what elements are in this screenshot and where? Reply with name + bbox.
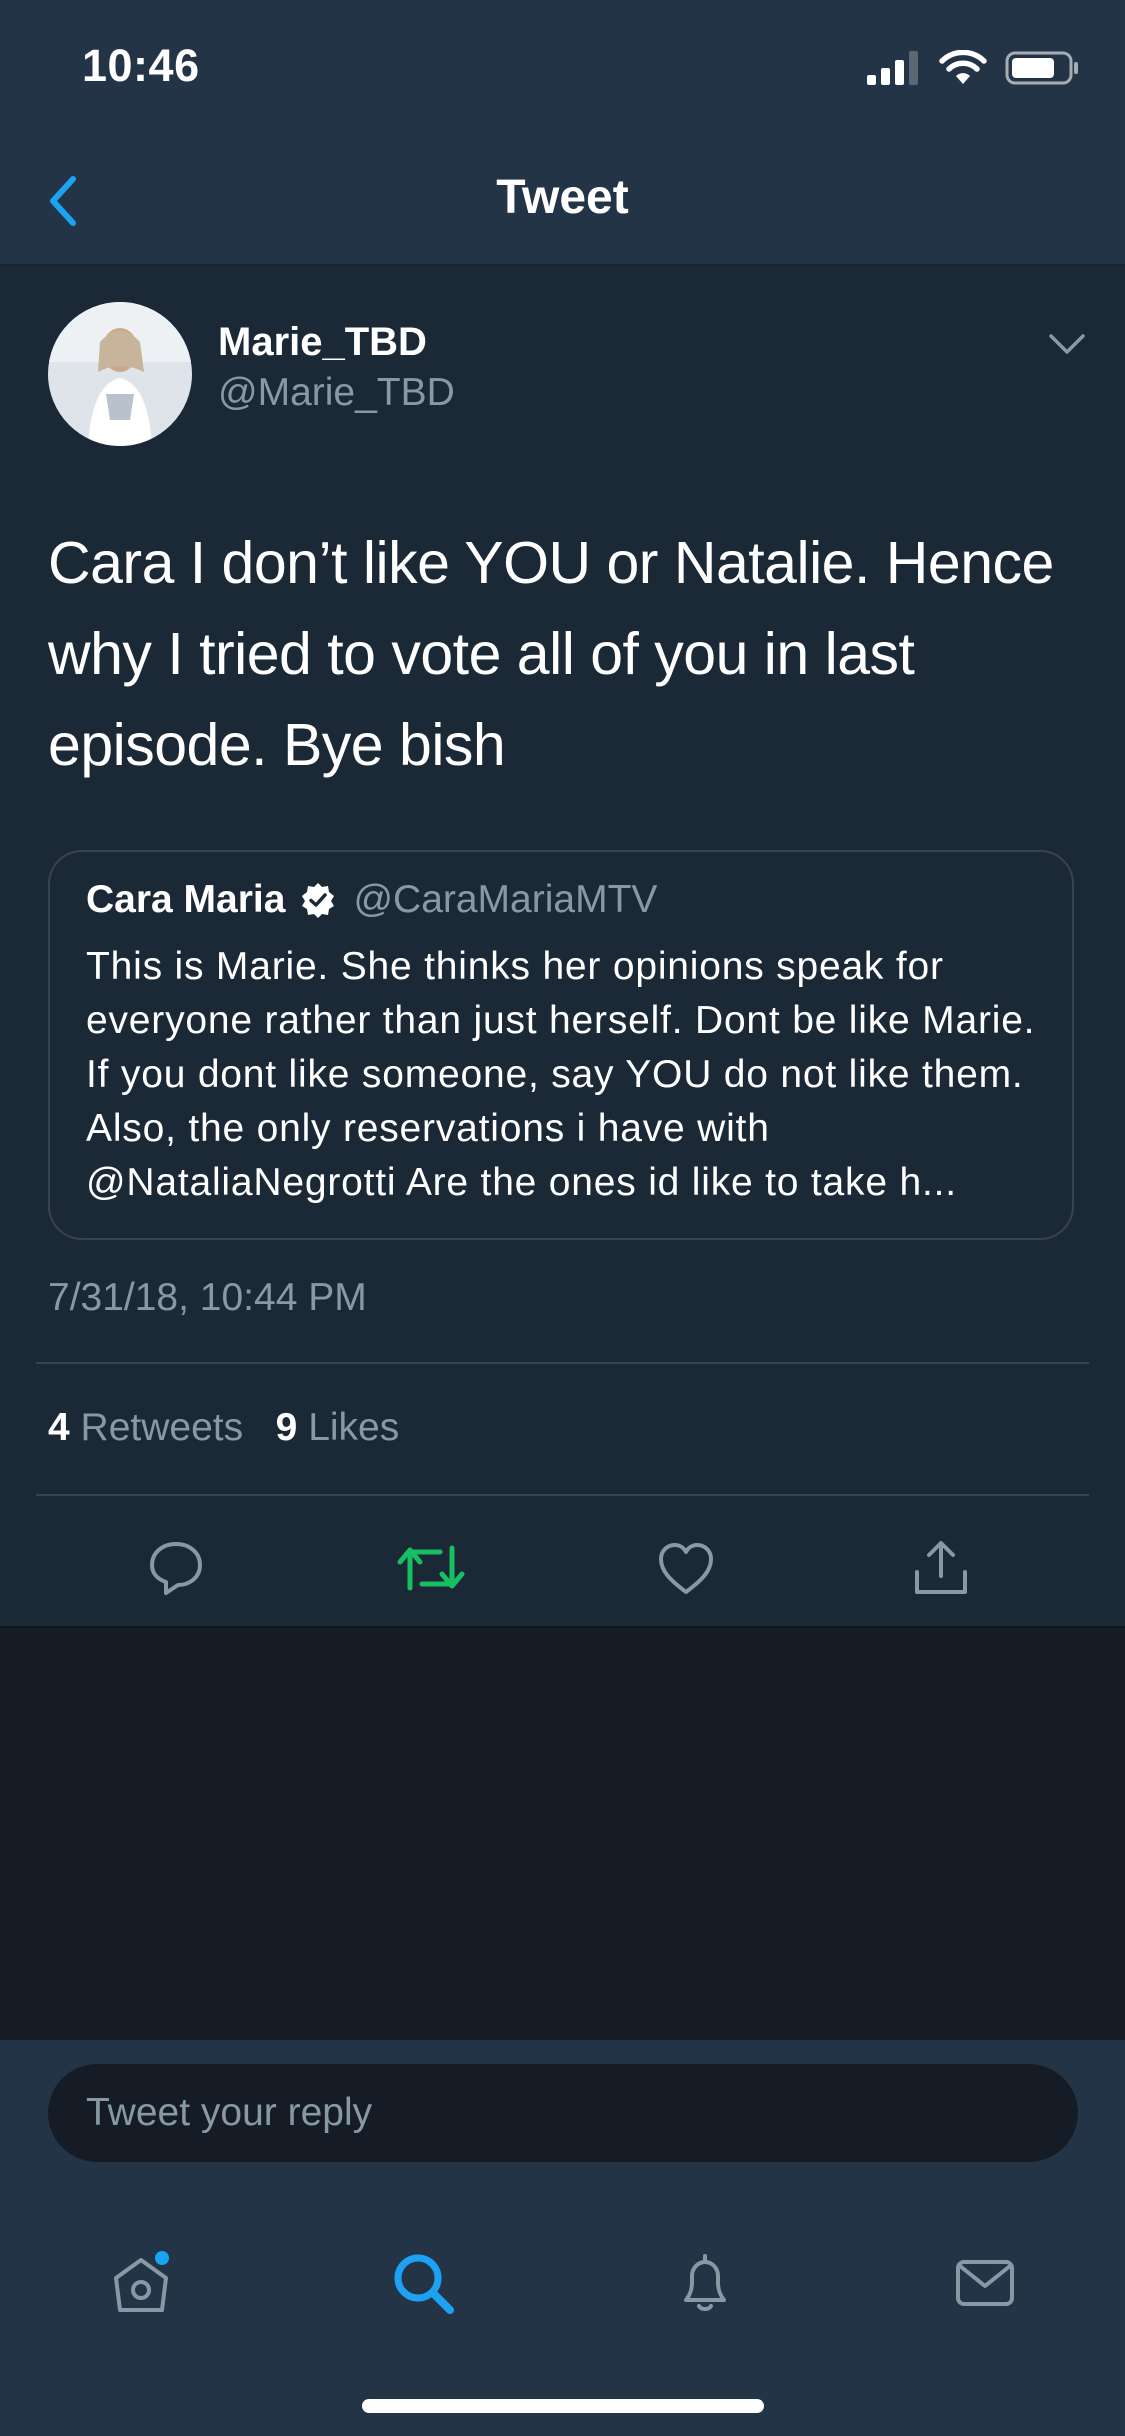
retweet-icon	[396, 1538, 466, 1603]
status-time: 10:46	[82, 40, 200, 91]
page-title: Tweet	[496, 171, 629, 224]
status-icons	[867, 49, 1081, 91]
battery-icon	[1005, 50, 1081, 91]
tab-search[interactable]	[368, 2230, 478, 2340]
more-options-button[interactable]	[1047, 332, 1087, 361]
tweet-stats: 4 Retweets 9 Likes	[48, 1406, 399, 1450]
divider	[36, 1494, 1089, 1496]
retweet-button[interactable]	[381, 1520, 481, 1620]
tab-home[interactable]	[86, 2230, 196, 2340]
avatar[interactable]	[48, 302, 192, 446]
status-bar: 10:46	[0, 0, 1125, 140]
verified-badge-icon	[299, 881, 337, 919]
reply-composer-area: Tweet your reply	[0, 2040, 1125, 2436]
wifi-icon	[939, 49, 987, 91]
quoted-tweet-header: Cara Maria @CaraMariaMTV	[86, 878, 657, 922]
likes-stat[interactable]: 9 Likes	[276, 1406, 400, 1449]
tab-messages[interactable]	[930, 2230, 1040, 2340]
navigation-bar: Tweet	[0, 140, 1125, 266]
reply-input[interactable]: Tweet your reply	[48, 2064, 1078, 2162]
chevron-down-icon	[1047, 334, 1087, 360]
share-button[interactable]	[891, 1520, 991, 1620]
tweet-actions	[0, 1520, 1125, 1620]
heart-icon	[656, 1540, 716, 1601]
quoted-tweet[interactable]: Cara Maria @CaraMariaMTV This is Marie. …	[48, 850, 1074, 1240]
author-name[interactable]: Marie_TBD	[218, 320, 427, 365]
cellular-signal-icon	[867, 50, 921, 90]
like-button[interactable]	[636, 1520, 736, 1620]
divider	[36, 1362, 1089, 1364]
tweet-detail: Marie_TBD @Marie_TBD Cara I don’t like Y…	[0, 266, 1125, 1628]
quoted-tweet-text: This is Marie. She thinks her opinions s…	[86, 945, 1036, 1204]
tweet-text: Cara I don’t like YOU or Natalie. Hence …	[48, 530, 1054, 778]
bell-icon	[670, 2248, 740, 2323]
home-icon	[106, 2248, 176, 2323]
quoted-author-name: Cara Maria	[86, 878, 286, 921]
retweets-stat[interactable]: 4 Retweets	[48, 1406, 243, 1449]
envelope-icon	[950, 2248, 1020, 2323]
author-handle[interactable]: @Marie_TBD	[218, 371, 455, 415]
quoted-author-handle: @CaraMariaMTV	[353, 878, 658, 921]
home-indicator[interactable]	[362, 2399, 764, 2413]
tweet-timestamp: 7/31/18, 10:44 PM	[48, 1276, 367, 1319]
search-icon	[388, 2248, 458, 2323]
share-icon	[911, 1538, 971, 1603]
reply-icon	[146, 1538, 206, 1603]
tab-bar	[0, 2230, 1125, 2340]
tab-notifications[interactable]	[650, 2230, 760, 2340]
reply-button[interactable]	[126, 1520, 226, 1620]
